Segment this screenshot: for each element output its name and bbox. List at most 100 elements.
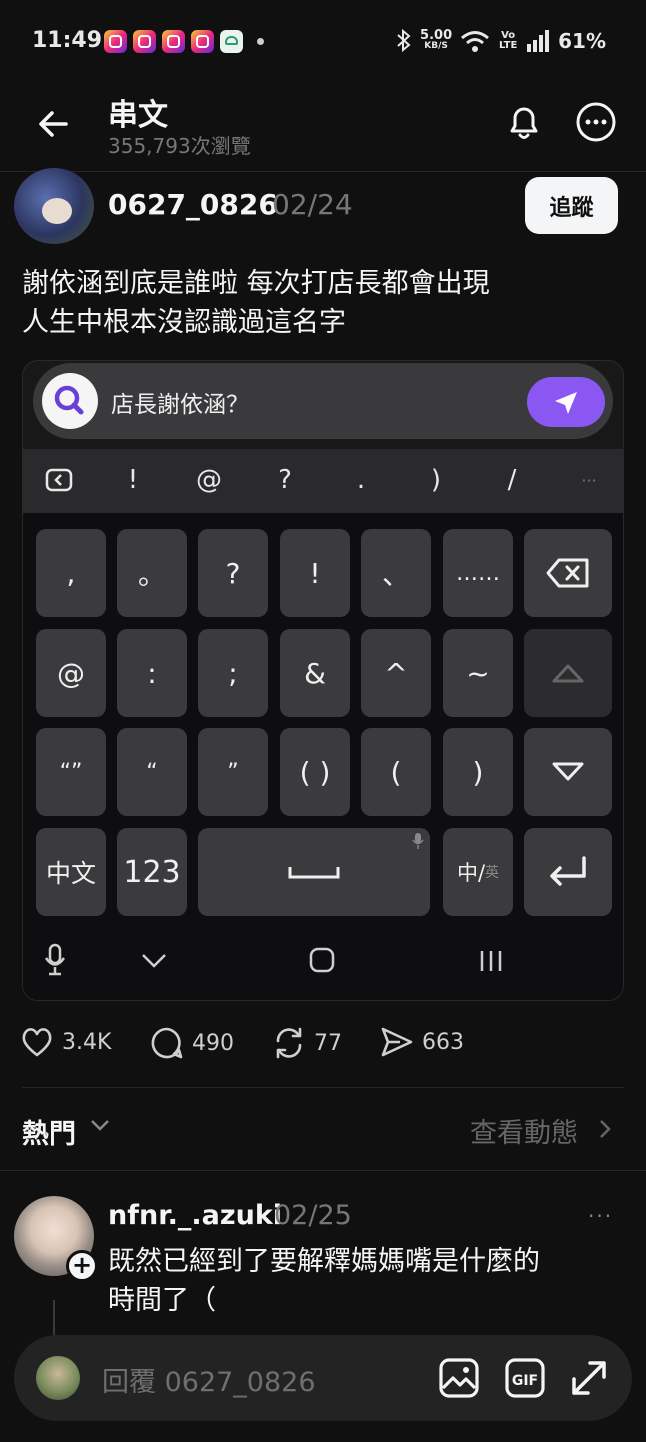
backspace-key bbox=[524, 529, 612, 617]
symbol-key: ) bbox=[430, 465, 442, 495]
notifications-button[interactable] bbox=[502, 100, 546, 144]
keyboard-key: 。 bbox=[117, 529, 187, 617]
system-icons: 5.00 KB/S Vo LTE 61% bbox=[396, 28, 606, 54]
keyboard-key: ; bbox=[198, 629, 268, 717]
keyboard-key: ) bbox=[443, 728, 513, 816]
keyboard-key: “ bbox=[117, 728, 187, 816]
symbol-key: ! bbox=[127, 465, 139, 495]
keyboard-key: 、 bbox=[361, 529, 431, 617]
keyboard-key: ( ) bbox=[280, 728, 350, 816]
scroll-down-key bbox=[524, 728, 612, 816]
post-text-line: 謝依涵到底是誰啦 每次打店長都會出現 bbox=[22, 268, 490, 299]
image-send-button bbox=[527, 377, 605, 427]
keyboard-key: , bbox=[36, 529, 106, 617]
current-user-avatar bbox=[36, 1356, 80, 1400]
symbol-key: / bbox=[507, 465, 517, 495]
recents-icon bbox=[480, 951, 502, 971]
sort-dropdown[interactable]: 熱門 bbox=[22, 1112, 76, 1151]
symbol-key: . bbox=[356, 465, 366, 495]
mic-small-icon bbox=[412, 833, 424, 849]
backspace-icon bbox=[546, 558, 589, 588]
keyboard-back-icon bbox=[45, 468, 73, 492]
share-count: 663 bbox=[422, 1029, 464, 1055]
gif-icon[interactable]: GIF bbox=[504, 1357, 546, 1399]
page-title: 串文 bbox=[108, 98, 168, 133]
post-author-username[interactable]: 0627_0826 bbox=[108, 188, 278, 221]
comment-count: 490 bbox=[192, 1030, 234, 1056]
network-speed: 5.00 KB/S bbox=[420, 28, 453, 51]
triangle-up-icon bbox=[552, 664, 584, 683]
post-actions: 3.4K 490 77 663 bbox=[20, 1026, 630, 1066]
comment-text-line: 既然已經到了要解釋媽媽嘴是什麼的 bbox=[108, 1246, 540, 1277]
repost-count: 77 bbox=[314, 1030, 342, 1056]
svg-text:GIF: GIF bbox=[512, 1373, 538, 1389]
more-notifications-dot-icon bbox=[257, 38, 264, 45]
enter-icon bbox=[550, 856, 586, 886]
keyboard-key: @ bbox=[36, 629, 106, 717]
comment-icon bbox=[151, 1027, 183, 1059]
repost-icon bbox=[276, 1027, 302, 1059]
signal-icon bbox=[527, 30, 550, 52]
divider bbox=[0, 1170, 646, 1171]
language-switch-key: 中/英 bbox=[443, 828, 513, 916]
image-nav-row bbox=[23, 923, 623, 1000]
comment-button[interactable]: 490 bbox=[150, 1026, 234, 1060]
enter-key bbox=[524, 828, 612, 916]
chevron-right-icon[interactable] bbox=[598, 1118, 612, 1140]
comment-date: 02/25 bbox=[274, 1200, 352, 1231]
comment-text-line: 時間了（ bbox=[108, 1285, 216, 1316]
post-text-line: 人生中根本沒認識過這名字 bbox=[22, 307, 346, 338]
back-button[interactable] bbox=[34, 104, 74, 144]
keyboard-key: ? bbox=[198, 529, 268, 617]
comment-more-button[interactable]: ··· bbox=[588, 1204, 613, 1228]
expand-icon[interactable] bbox=[568, 1357, 610, 1399]
status-time: 11:49 bbox=[32, 28, 103, 53]
image-icon[interactable] bbox=[438, 1357, 480, 1399]
post-author-avatar[interactable] bbox=[14, 168, 94, 244]
symbol-key: ··· bbox=[581, 471, 597, 490]
keyboard-key: & bbox=[280, 629, 350, 717]
chinese-mode-key: 中文 bbox=[36, 828, 106, 916]
keyboard-key: ” bbox=[198, 728, 268, 816]
bell-icon bbox=[510, 107, 538, 139]
search-icon bbox=[54, 385, 84, 415]
post-text: 謝依涵到底是誰啦 每次打店長都會出現 人生中根本沒認識過這名字 bbox=[22, 264, 622, 342]
heart-icon bbox=[22, 1028, 52, 1057]
send-icon bbox=[555, 392, 577, 414]
more-options-button[interactable] bbox=[574, 100, 618, 144]
follow-button[interactable]: 追蹤 bbox=[525, 177, 618, 234]
back-arrow-icon bbox=[39, 111, 68, 137]
bluetooth-icon bbox=[397, 28, 411, 53]
language-switch-label: 中/ bbox=[456, 861, 486, 885]
image-symbol-row: ! @ ? . ) / ··· bbox=[23, 449, 623, 513]
like-button[interactable]: 3.4K bbox=[20, 1026, 111, 1058]
image-keyboard: , 。 ? ! 、 …… @ : ; & ^ ~ “” “ ” ( ) ( ) … bbox=[23, 513, 623, 1000]
language-switch-sub: 英 bbox=[485, 865, 500, 881]
comment-author-username[interactable]: nfnr._.azuki bbox=[108, 1200, 282, 1231]
space-key bbox=[198, 828, 430, 916]
follow-plus-icon[interactable]: + bbox=[66, 1250, 98, 1282]
network-speed-value: 5.00 bbox=[420, 28, 453, 43]
app-notification-icon bbox=[220, 30, 243, 53]
post-image[interactable]: 店長謝依涵？ ! @ ? . ) / ··· , 。 ? ! 、 …… @ : … bbox=[22, 360, 624, 1001]
home-icon bbox=[309, 947, 335, 973]
like-count: 3.4K bbox=[62, 1029, 112, 1055]
view-activity-link[interactable]: 查看動態 bbox=[470, 1111, 578, 1150]
keyboard-key: ~ bbox=[443, 629, 513, 717]
share-button[interactable]: 663 bbox=[380, 1026, 464, 1058]
space-icon bbox=[288, 867, 340, 879]
post-date: 02/24 bbox=[272, 188, 353, 221]
image-search-text: 店長謝依涵？ bbox=[111, 392, 249, 418]
keyboard-key: ^ bbox=[361, 629, 431, 717]
keyboard-key: : bbox=[117, 629, 187, 717]
chevron-down-icon bbox=[142, 954, 166, 968]
repost-button[interactable]: 77 bbox=[272, 1026, 342, 1060]
wifi-icon bbox=[461, 31, 490, 52]
reply-input[interactable]: 回覆 0627_0826 bbox=[102, 1360, 316, 1399]
chevron-down-icon[interactable] bbox=[90, 1118, 110, 1132]
instagram-notification-icon bbox=[104, 30, 127, 53]
share-icon bbox=[381, 1027, 413, 1057]
image-search-badge bbox=[42, 373, 98, 429]
view-count: 355,793次瀏覽 bbox=[108, 134, 251, 158]
instagram-notification-icon bbox=[133, 30, 156, 53]
